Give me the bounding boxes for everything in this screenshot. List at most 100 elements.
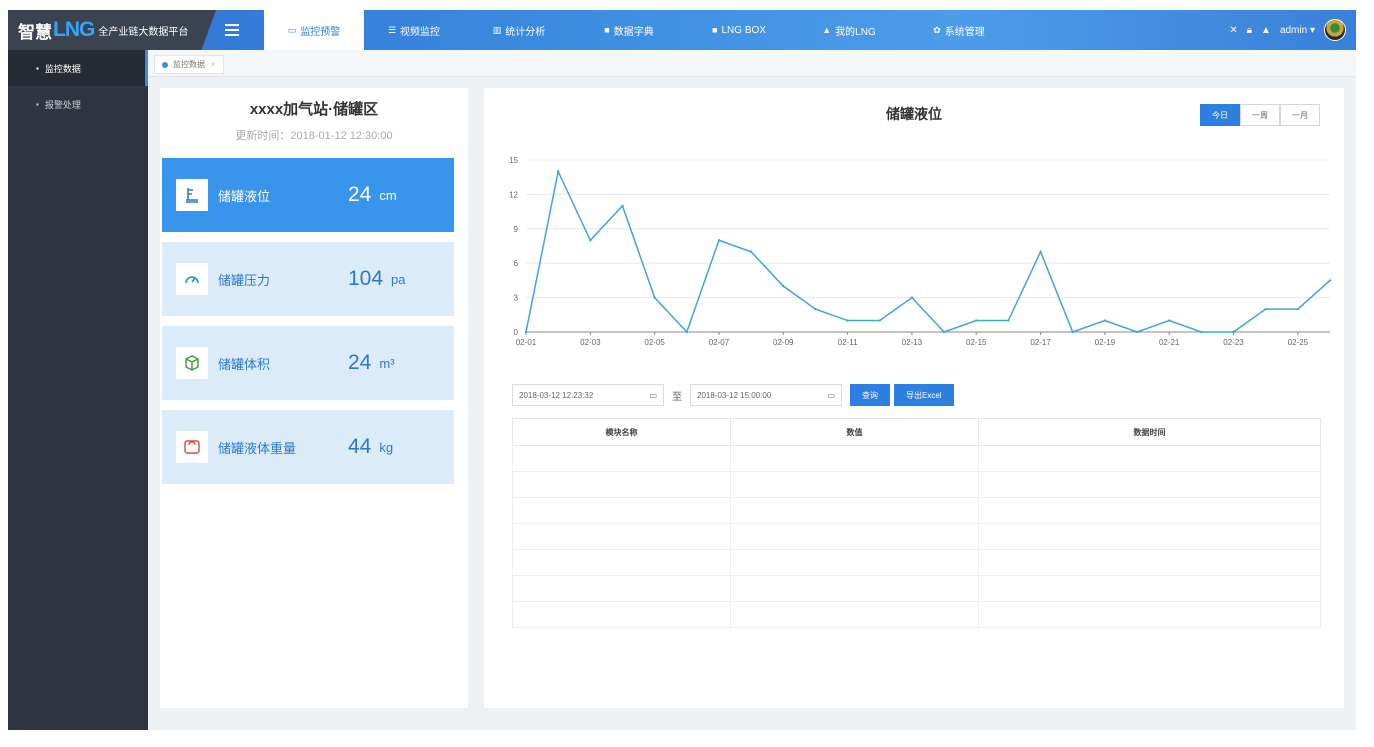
data-point xyxy=(1135,330,1139,334)
table-row xyxy=(512,445,1321,472)
nav-system[interactable]: ✿ 系统管理 xyxy=(904,10,1014,50)
table-row xyxy=(512,471,1321,498)
nav-monitor[interactable]: ▭ 监控预警 xyxy=(264,10,364,50)
data-point xyxy=(556,170,560,173)
sidebar: ▪ 监控数据 ▪ 报警处理 xyxy=(8,50,148,730)
y-tick-label: 0 xyxy=(514,328,519,337)
table-cell xyxy=(730,445,979,472)
list-icon: ☰ xyxy=(387,24,397,35)
end-datetime-input[interactable]: 2018-03-12 15:00:00 ▭ xyxy=(690,384,842,406)
metric-card-weight[interactable]: 储罐液体重量 44 kg xyxy=(162,410,454,484)
range-separator: 至 xyxy=(672,391,682,403)
column-header-module[interactable]: 模块名称 xyxy=(512,418,731,446)
x-tick-label: 02-25 xyxy=(1288,338,1309,347)
sidebar-item-monitor-data[interactable]: ▪ 监控数据 xyxy=(8,50,148,86)
table-cell xyxy=(978,471,1321,498)
nav-video[interactable]: ☰ 视频监控 xyxy=(364,10,464,50)
nav-lng-box[interactable]: ■ LNG BOX xyxy=(684,10,794,50)
table-cell xyxy=(512,471,731,498)
app-frame: 智慧 LNG 全产业链大数据平台 ▭ 监控预警 ☰ 视频监控 ▥ 统计分析 ■ 数据字典… xyxy=(8,10,1356,730)
data-point xyxy=(1071,330,1074,334)
data-point xyxy=(621,204,624,208)
data-point xyxy=(1103,319,1107,322)
table-cell xyxy=(978,497,1321,524)
range-month-button[interactable]: 一月 xyxy=(1280,104,1320,126)
lock-icon[interactable]: 🔒︎ xyxy=(1247,25,1252,36)
data-point xyxy=(1039,250,1042,253)
data-point xyxy=(814,307,817,311)
book-icon: ■ xyxy=(604,25,610,35)
main-nav: ▭ 监控预警 ☰ 视频监控 ▥ 统计分析 ■ 数据字典 ■ LNG BOX ▲ 我的LNG … xyxy=(264,10,1014,50)
level-line-chart: 0 3 6 9 12 15 02-01 02-03 02-05 02-07 02-09 02-11 02… xyxy=(509,156,1332,347)
table-cell xyxy=(978,601,1321,628)
data-point xyxy=(910,296,914,299)
data-point xyxy=(749,250,753,253)
metric-value: 24 xyxy=(348,183,372,206)
export-excel-button[interactable]: 导出Excel xyxy=(894,384,954,406)
x-tick-label: 02-01 xyxy=(516,338,537,347)
bell-icon[interactable]: ▲ xyxy=(1261,25,1271,36)
metric-unit: m³ xyxy=(379,355,395,371)
hamburger-menu-icon[interactable] xyxy=(222,20,242,40)
metric-value: 44 xyxy=(348,435,372,458)
calendar-icon[interactable]: ▭ xyxy=(649,391,657,400)
x-tick-label: 02-07 xyxy=(709,338,730,347)
table-cell xyxy=(978,549,1321,576)
query-button[interactable]: 查询 xyxy=(850,384,890,406)
range-week-button[interactable]: 一周 xyxy=(1240,104,1280,126)
nav-dictionary[interactable]: ■ 数据字典 xyxy=(574,10,684,50)
metric-label: 储罐压力 xyxy=(218,272,271,288)
metric-unit: pa xyxy=(391,271,406,287)
metric-unit: cm xyxy=(379,187,397,203)
data-point xyxy=(1200,330,1203,334)
column-header-value[interactable]: 数值 xyxy=(730,418,979,446)
brand-lng: LNG xyxy=(53,18,95,41)
metric-card-pressure[interactable]: 储罐压力 104 pa xyxy=(162,242,454,316)
sidebar-item-alarm-handling[interactable]: ▪ 报警处理 xyxy=(8,86,148,122)
table-cell xyxy=(512,445,731,472)
table-cell xyxy=(730,523,979,550)
data-point xyxy=(975,319,978,322)
liquid-level-icon xyxy=(176,179,208,211)
table-cell xyxy=(730,601,979,628)
y-tick-label: 6 xyxy=(514,259,519,268)
table-row xyxy=(512,497,1321,524)
tab-monitor-data[interactable]: 监控数据 × xyxy=(154,55,224,74)
column-header-time[interactable]: 数据时间 xyxy=(978,418,1321,446)
avatar[interactable] xyxy=(1324,19,1346,41)
file-icon: ▪ xyxy=(36,63,39,73)
metric-card-level[interactable]: 储罐液位 24 cm xyxy=(162,158,454,232)
data-point xyxy=(1007,319,1010,322)
table-cell xyxy=(730,549,979,576)
data-point xyxy=(942,330,946,334)
table-cell xyxy=(512,601,731,628)
fullscreen-icon[interactable]: ✕ xyxy=(1229,25,1237,36)
table-row xyxy=(512,601,1321,628)
data-point xyxy=(653,296,656,299)
calendar-icon[interactable]: ▭ xyxy=(827,391,835,400)
gauge-icon xyxy=(176,263,208,295)
x-tick-label: 02-15 xyxy=(966,338,987,347)
active-dot-icon xyxy=(162,61,168,68)
close-icon[interactable]: × xyxy=(211,60,216,69)
nav-statistics[interactable]: ▥ 统计分析 xyxy=(464,10,574,50)
data-point xyxy=(1296,307,1300,311)
user-menu[interactable]: admin ▾ xyxy=(1280,25,1315,36)
nav-my-lng[interactable]: ▲ 我的LNG xyxy=(794,10,904,50)
data-point xyxy=(685,330,688,334)
update-time: 更新时间：2018-01-12 12:30:00 xyxy=(235,130,393,142)
table-cell xyxy=(730,575,979,602)
metric-value: 24 xyxy=(348,351,372,374)
start-datetime-input[interactable]: 2018-03-12 12:23:32 ▭ xyxy=(512,384,664,406)
x-tick-label: 02-03 xyxy=(580,338,601,347)
range-today-button[interactable]: 今日 xyxy=(1200,104,1240,126)
data-point xyxy=(1328,279,1332,282)
series-line xyxy=(525,169,1331,334)
station-title: xxxx加气站·储罐区 xyxy=(249,101,379,118)
metric-label: 储罐液位 xyxy=(218,188,271,204)
station-panel: xxxx加气站·储罐区 更新时间：2018-01-12 12:30:00 储罐液… xyxy=(160,88,468,708)
metric-card-volume[interactable]: 储罐体积 24 m³ xyxy=(162,326,454,400)
y-tick-label: 9 xyxy=(514,225,519,234)
scale-icon xyxy=(176,431,208,463)
data-point xyxy=(782,284,785,288)
